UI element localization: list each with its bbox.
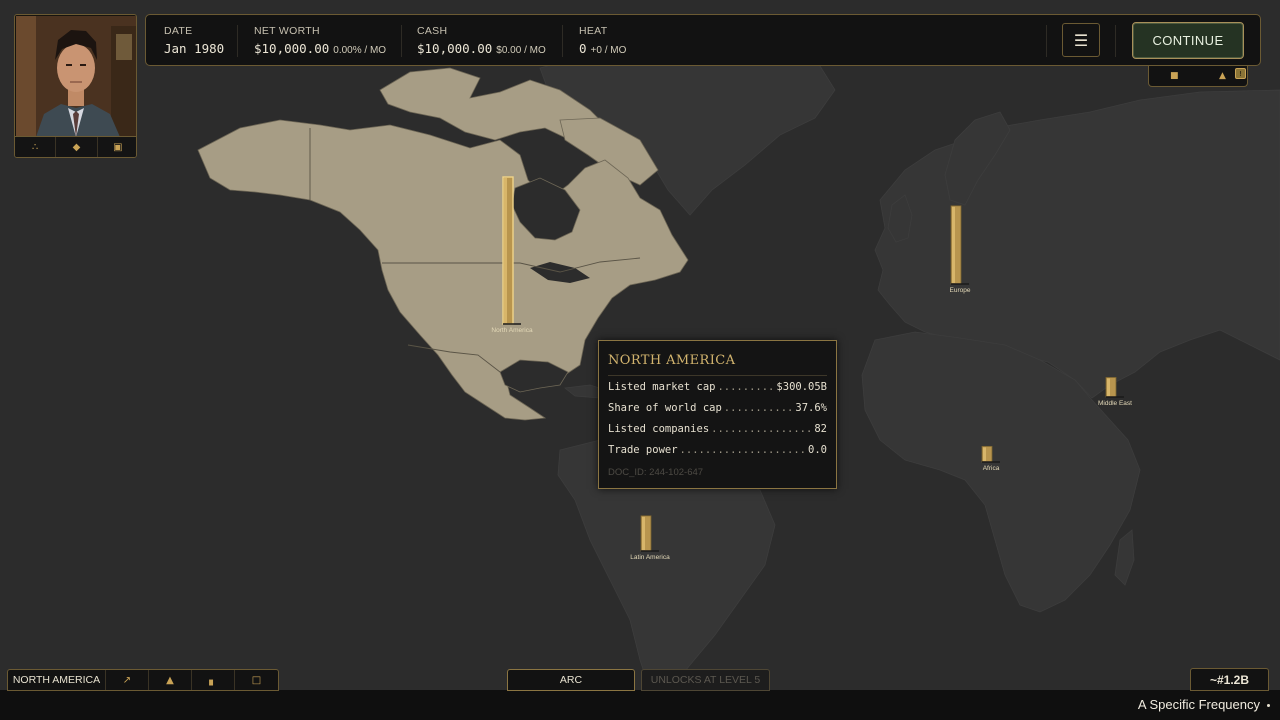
region-label[interactable]: Africa	[983, 465, 1000, 472]
tooltip-row: Listed companies 82	[608, 423, 827, 444]
region-bar-highlight	[952, 206, 955, 283]
dot-leader	[711, 423, 812, 435]
portrait-actions: ∴ ◆ ▣	[15, 136, 136, 157]
region-label[interactable]: North America	[491, 327, 532, 334]
date-value: Jan 1980	[164, 41, 225, 56]
house-icon[interactable]: ▲	[1219, 71, 1226, 81]
briefcase-icon[interactable]: ▣	[98, 137, 136, 157]
tooltip-row-value: 37.6%	[795, 402, 827, 414]
continue-button[interactable]: CONTINUE	[1132, 22, 1244, 59]
region-label[interactable]: Latin America	[630, 554, 669, 561]
region-tab-name[interactable]: NORTH AMERICA	[8, 670, 106, 690]
heat-change: +0 / MO	[590, 45, 627, 56]
document-icon[interactable]: □	[235, 670, 278, 690]
arc-button[interactable]: ARC	[507, 669, 635, 691]
calendar-icon[interactable]: ■	[1170, 71, 1179, 81]
ticker-dot-icon	[1267, 704, 1270, 707]
tooltip-row: Listed market cap $300.05B	[608, 381, 827, 402]
tooltip-rows: Listed market cap $300.05B Share of world…	[608, 381, 827, 465]
factory-icon[interactable]: ▖	[192, 670, 235, 690]
dot-leader	[717, 381, 774, 393]
price-indicator: ~#1.2B	[1190, 668, 1269, 691]
tooltip-row-label: Listed market cap	[608, 381, 716, 393]
net-worth-label: NET WORTH	[254, 25, 320, 37]
tooltip-title: NORTH AMERICA	[608, 353, 827, 376]
date-label: DATE	[164, 25, 193, 37]
tooltip-row-label: Trade power	[608, 444, 678, 456]
gem-icon[interactable]: ◆	[56, 137, 98, 157]
chart-line-icon[interactable]: ↗	[106, 670, 149, 690]
region-bar-highlight	[642, 516, 645, 550]
cash-label: CASH	[417, 25, 448, 37]
tooltip-row-value: 0.0	[808, 444, 827, 456]
character-portrait[interactable]	[16, 16, 137, 137]
net-worth-change: 0.00% / MO	[333, 45, 387, 56]
locked-feature-button: UNLOCKS AT LEVEL 5	[641, 669, 770, 691]
bell-icon[interactable]: ▲	[149, 670, 192, 690]
tooltip-row-label: Listed companies	[608, 423, 710, 435]
dot-leader	[724, 402, 794, 414]
tooltip-row: Share of world cap 37.6%	[608, 402, 827, 423]
tooltip-row-label: Share of world cap	[608, 402, 722, 414]
bottom-strip	[0, 690, 1280, 720]
region-label[interactable]: Europe	[950, 287, 971, 294]
heat-value: 0 +0 / MO	[579, 41, 626, 56]
tooltip-doc-id: DOC_ID: 244-102-647	[608, 467, 704, 478]
heat-label: HEAT	[579, 25, 608, 37]
divider	[562, 25, 563, 57]
menu-button[interactable]: ☰	[1062, 23, 1100, 57]
divider	[401, 25, 402, 57]
net-worth-value: $10,000.00 0.00% / MO	[254, 41, 386, 56]
top-status-bar: DATE Jan 1980 NET WORTH $10,000.00 0.00% …	[145, 14, 1261, 66]
hamburger-menu-icon: ☰	[1073, 30, 1089, 50]
cash-change: $0.00 / MO	[496, 45, 546, 56]
region-bar-highlight	[504, 178, 507, 323]
character-portrait-panel: ∴ ◆ ▣	[14, 14, 137, 158]
divider	[1115, 25, 1116, 57]
cash-value: $10,000.00 $0.00 / MO	[417, 41, 546, 56]
tooltip-row-value: 82	[814, 423, 827, 435]
region-bar-highlight	[983, 447, 986, 461]
region-tabs: NORTH AMERICA ↗ ▲ ▖ □	[7, 669, 279, 691]
region-tooltip: NORTH AMERICA Listed market cap $300.05B …	[598, 340, 837, 489]
heat-amount: 0	[579, 41, 587, 56]
region-label[interactable]: Middle East	[1098, 400, 1132, 407]
divider	[1046, 25, 1047, 57]
tooltip-row-value: $300.05B	[776, 381, 827, 393]
quick-actions-bar: ■ ▲ !	[1148, 66, 1248, 87]
cash-amount: $10,000.00	[417, 41, 493, 56]
dot-leader	[680, 444, 806, 456]
network-icon[interactable]: ∴	[15, 137, 57, 157]
net-worth-amount: $10,000.00	[254, 41, 330, 56]
divider	[237, 25, 238, 57]
notification-badge[interactable]: !	[1235, 68, 1246, 79]
tooltip-row: Trade power 0.0	[608, 444, 827, 465]
region-bar-highlight	[1107, 378, 1110, 396]
news-ticker: A Specific Frequency	[1137, 697, 1260, 712]
